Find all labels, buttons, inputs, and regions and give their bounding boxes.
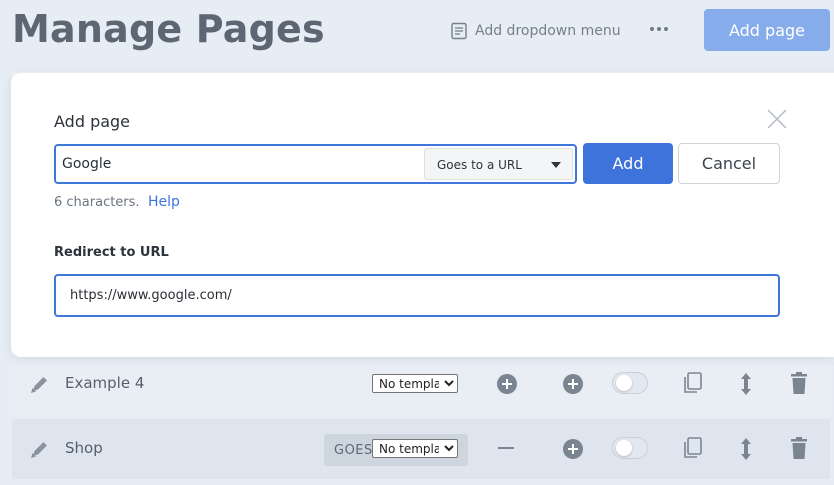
add-subpage-icon[interactable]: [496, 373, 518, 395]
close-icon: [767, 109, 787, 129]
redirect-url-input[interactable]: [54, 274, 780, 317]
caret-down-icon: [551, 162, 561, 168]
add-section-icon[interactable]: [562, 438, 584, 460]
trash-icon[interactable]: [789, 436, 809, 460]
more-options-button[interactable]: [648, 18, 670, 40]
page-title: Manage Pages: [12, 7, 325, 51]
dialog-title: Add page: [54, 112, 131, 131]
page-row: Shop GOES No template: [12, 419, 830, 479]
move-arrows-icon[interactable]: [738, 372, 754, 396]
collapse-icon[interactable]: [498, 447, 514, 449]
copy-icon[interactable]: [682, 436, 704, 460]
page-name-field-group: Goes to a URL: [54, 144, 577, 184]
visibility-toggle[interactable]: [612, 437, 648, 459]
redirect-url-label: Redirect to URL: [54, 245, 169, 260]
page-name-label: Example 4: [65, 374, 145, 392]
visibility-toggle[interactable]: [612, 372, 648, 394]
add-dropdown-menu-label: Add dropdown menu: [475, 23, 621, 39]
trash-icon[interactable]: [789, 371, 809, 395]
page-name-input[interactable]: [62, 152, 412, 176]
character-count: 6 characters.: [54, 195, 140, 210]
copy-icon[interactable]: [682, 371, 704, 395]
page-row: Example 4 No template: [12, 354, 830, 414]
add-dropdown-menu-button[interactable]: Add dropdown menu: [450, 20, 621, 42]
template-select[interactable]: No template: [372, 374, 458, 393]
manage-pages-screen: Manage Pages Add dropdown menu Add page …: [0, 0, 834, 485]
move-arrows-icon[interactable]: [738, 437, 754, 461]
menu-list-icon: [451, 22, 467, 40]
page-type-select[interactable]: Goes to a URL: [424, 148, 573, 180]
page-type-selected: Goes to a URL: [437, 158, 522, 172]
help-link[interactable]: Help: [148, 194, 180, 210]
pencil-icon[interactable]: [29, 438, 51, 460]
template-select[interactable]: No template: [372, 439, 458, 458]
add-page-button[interactable]: Add page: [704, 9, 830, 51]
add-section-icon[interactable]: [562, 373, 584, 395]
add-page-dialog: Add page Goes to a URL Add Cancel 6 char…: [11, 73, 834, 357]
close-dialog-button[interactable]: [765, 107, 789, 131]
page-name-label: Shop: [65, 439, 103, 457]
toggle-knob: [616, 375, 632, 391]
ellipsis-icon: [650, 27, 668, 31]
confirm-add-button[interactable]: Add: [583, 143, 673, 184]
pencil-icon[interactable]: [29, 373, 51, 395]
cancel-button[interactable]: Cancel: [678, 143, 780, 184]
toggle-knob: [616, 440, 632, 456]
